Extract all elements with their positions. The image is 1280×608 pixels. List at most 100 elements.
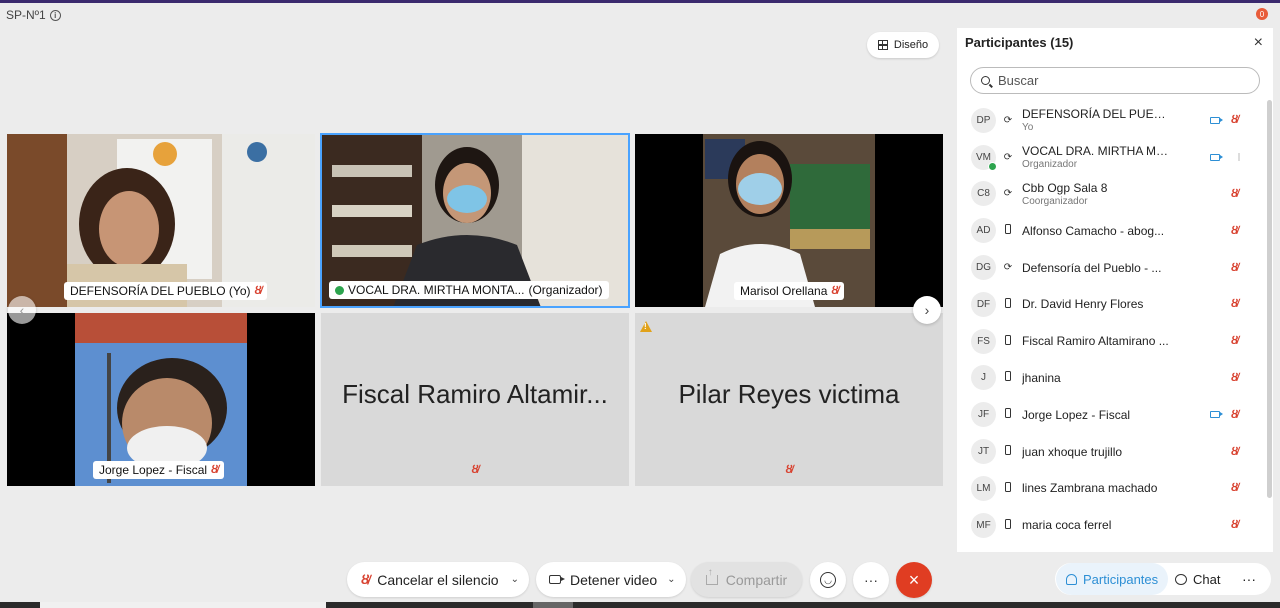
- notification-badge[interactable]: 0: [1256, 8, 1268, 20]
- participant-text: Fiscal Ramiro Altamirano ...: [1022, 334, 1172, 348]
- phone-icon: [1003, 518, 1013, 532]
- participant-row[interactable]: JF Jorge Lopez - Fiscal ȣ̸: [957, 396, 1263, 433]
- participant-row[interactable]: JT juan xhoque trujillo ȣ̸: [957, 433, 1263, 470]
- tile-role: (Organizador): [528, 283, 603, 297]
- phone-icon: [1003, 445, 1013, 458]
- participant-text: Alfonso Camacho - abog...: [1022, 224, 1172, 238]
- participant-name: DEFENSORÍA DEL PUEBLO: [1022, 107, 1172, 122]
- tab-chat[interactable]: Chat: [1165, 563, 1230, 595]
- avatar: AD: [971, 218, 996, 244]
- avatar: LM: [971, 475, 996, 501]
- tile-name: VOCAL DRA. MIRTHA MONTA...: [348, 283, 525, 297]
- more-icon: ···: [864, 572, 878, 588]
- video-tile-vocal[interactable]: VOCAL DRA. MIRTHA MONTA... (Organizador): [320, 133, 630, 308]
- close-icon: ×: [1253, 34, 1263, 51]
- previous-page-button[interactable]: ‹: [8, 296, 36, 324]
- avatar-initials: J: [981, 372, 986, 384]
- muted-mic-icon: ȣ̸: [254, 285, 262, 297]
- phone-icon: [1003, 481, 1013, 495]
- search-icon: [981, 76, 990, 85]
- participant-row[interactable]: DG ⟳ Defensoría del Pueblo - ... ȣ̸: [957, 249, 1263, 286]
- participant-name: lines Zambrana machado: [1022, 481, 1158, 496]
- tab-chat-label: Chat: [1193, 571, 1221, 587]
- tile-name-tag: DEFENSORÍA DEL PUEBLO (Yo) ȣ̸: [64, 282, 268, 300]
- participant-row[interactable]: AD Alfonso Camacho - abog... ȣ̸: [957, 212, 1263, 249]
- panel-more-button[interactable]: ···: [1232, 563, 1266, 595]
- panel-title: Participantes (15): [965, 35, 1074, 50]
- participant-row[interactable]: MF maria coca ferrel ȣ̸: [957, 507, 1263, 544]
- participant-row[interactable]: DP ⟳ DEFENSORÍA DEL PUEBLO Yo ȣ̸: [957, 102, 1263, 139]
- close-icon: ×: [908, 569, 920, 590]
- participant-row[interactable]: DF Dr. David Henry Flores ȣ̸: [957, 286, 1263, 323]
- avatar-initials: JF: [977, 409, 990, 421]
- unmute-button[interactable]: ȣ̸ Cancelar el silencio ⌄: [347, 562, 529, 597]
- participant-text: lines Zambrana machado: [1022, 481, 1172, 495]
- phone-icon: [1003, 334, 1013, 348]
- tile-name: Marisol Orellana: [740, 284, 828, 298]
- participant-text: VOCAL DRA. MIRTHA MO... Organizador: [1022, 144, 1172, 170]
- muted-mic-icon: ȣ̸: [1231, 408, 1238, 421]
- participant-name: Defensoría del Pueblo - ...: [1022, 260, 1162, 275]
- video-camera-icon: [1210, 153, 1223, 161]
- participant-row[interactable]: LM lines Zambrana machado ȣ̸: [957, 470, 1263, 507]
- phone-icon: [1003, 408, 1013, 421]
- video-tile-fiscal-ramiro[interactable]: Fiscal Ramiro Altamir... ȣ̸: [321, 313, 629, 486]
- muted-mic-icon: ȣ̸: [1231, 114, 1238, 127]
- participant-role: Organizador: [1022, 159, 1078, 171]
- stop-video-label: Detener video: [570, 571, 658, 588]
- video-tile-pilar[interactable]: Pilar Reyes victima ȣ̸: [635, 313, 943, 486]
- warning-icon: [640, 321, 652, 332]
- avatar: DF: [971, 291, 996, 317]
- top-accent-line: [0, 0, 1280, 3]
- stop-video-button[interactable]: Detener video ⌄: [536, 562, 686, 597]
- share-label: Compartir: [725, 571, 788, 588]
- chevron-right-icon: ›: [924, 302, 930, 318]
- participant-name: jhanina: [1022, 370, 1061, 385]
- layout-button[interactable]: Diseño: [867, 32, 939, 58]
- more-icon: ···: [1242, 571, 1256, 587]
- participant-name: VOCAL DRA. MIRTHA MO...: [1022, 144, 1172, 159]
- tile-name-tag: Marisol Orellana ȣ̸: [734, 282, 845, 300]
- participant-row[interactable]: VM ⟳ VOCAL DRA. MIRTHA MO... Organizador: [957, 139, 1263, 176]
- participant-row[interactable]: FS Fiscal Ramiro Altamirano ... ȣ̸: [957, 323, 1263, 360]
- person-icon: [1066, 573, 1077, 585]
- unmute-label: Cancelar el silencio: [377, 571, 499, 588]
- chevron-left-icon: ‹: [19, 302, 25, 318]
- reactions-button[interactable]: ◡: [810, 562, 846, 598]
- participant-search[interactable]: Buscar: [970, 67, 1260, 94]
- muted-mic-icon: ȣ̸: [1231, 445, 1238, 458]
- leave-meeting-button[interactable]: ×: [896, 562, 932, 598]
- phone-icon: [1003, 224, 1013, 237]
- tab-participants[interactable]: Participantes: [1056, 563, 1169, 595]
- participant-row[interactable]: C8 ⟳ Cbb Ogp Sala 8 Coorganizador ȣ̸: [957, 176, 1263, 213]
- avatar: MF: [971, 512, 996, 538]
- avatar: VM: [971, 144, 997, 171]
- video-tile-marisol[interactable]: Marisol Orellana ȣ̸: [635, 134, 943, 307]
- participant-list-scrollbar[interactable]: [1267, 100, 1272, 498]
- avatar: FS: [971, 328, 996, 354]
- muted-mic-icon: ȣ̸: [1231, 371, 1238, 384]
- muted-mic-icon: ȣ̸: [831, 285, 839, 297]
- more-options-button[interactable]: ···: [853, 562, 889, 598]
- participant-row[interactable]: Jjhanina ȣ̸: [957, 360, 1263, 397]
- muted-mic-icon: ȣ̸: [1231, 335, 1238, 348]
- muted-mic-icon: ȣ̸: [1231, 187, 1238, 200]
- chevron-down-icon[interactable]: ⌄: [667, 574, 675, 585]
- video-tile-jorge[interactable]: Jorge Lopez - Fiscal ȣ̸: [7, 313, 315, 486]
- video-tile-defensoria[interactable]: DEFENSORÍA DEL PUEBLO (Yo) ȣ̸: [7, 134, 315, 307]
- muted-mic-icon: ȣ̸: [471, 464, 479, 476]
- sync-icon: ⟳: [1003, 188, 1013, 200]
- layout-button-label: Diseño: [893, 39, 929, 51]
- avatar-initials: DP: [976, 114, 991, 126]
- participant-text: Dr. David Henry Flores: [1022, 297, 1172, 311]
- next-page-button[interactable]: ›: [913, 296, 941, 324]
- search-input[interactable]: Buscar: [998, 73, 1038, 88]
- info-icon[interactable]: i: [49, 9, 61, 21]
- participant-text: Jorge Lopez - Fiscal: [1022, 408, 1172, 422]
- participant-name: Alfonso Camacho - abog...: [1022, 223, 1165, 238]
- share-button[interactable]: Compartir: [691, 562, 802, 597]
- chevron-down-icon[interactable]: ⌄: [511, 574, 519, 585]
- bottom-strip: [0, 602, 1280, 608]
- avatar: DP: [971, 107, 996, 133]
- close-panel-button[interactable]: ×: [1254, 34, 1263, 52]
